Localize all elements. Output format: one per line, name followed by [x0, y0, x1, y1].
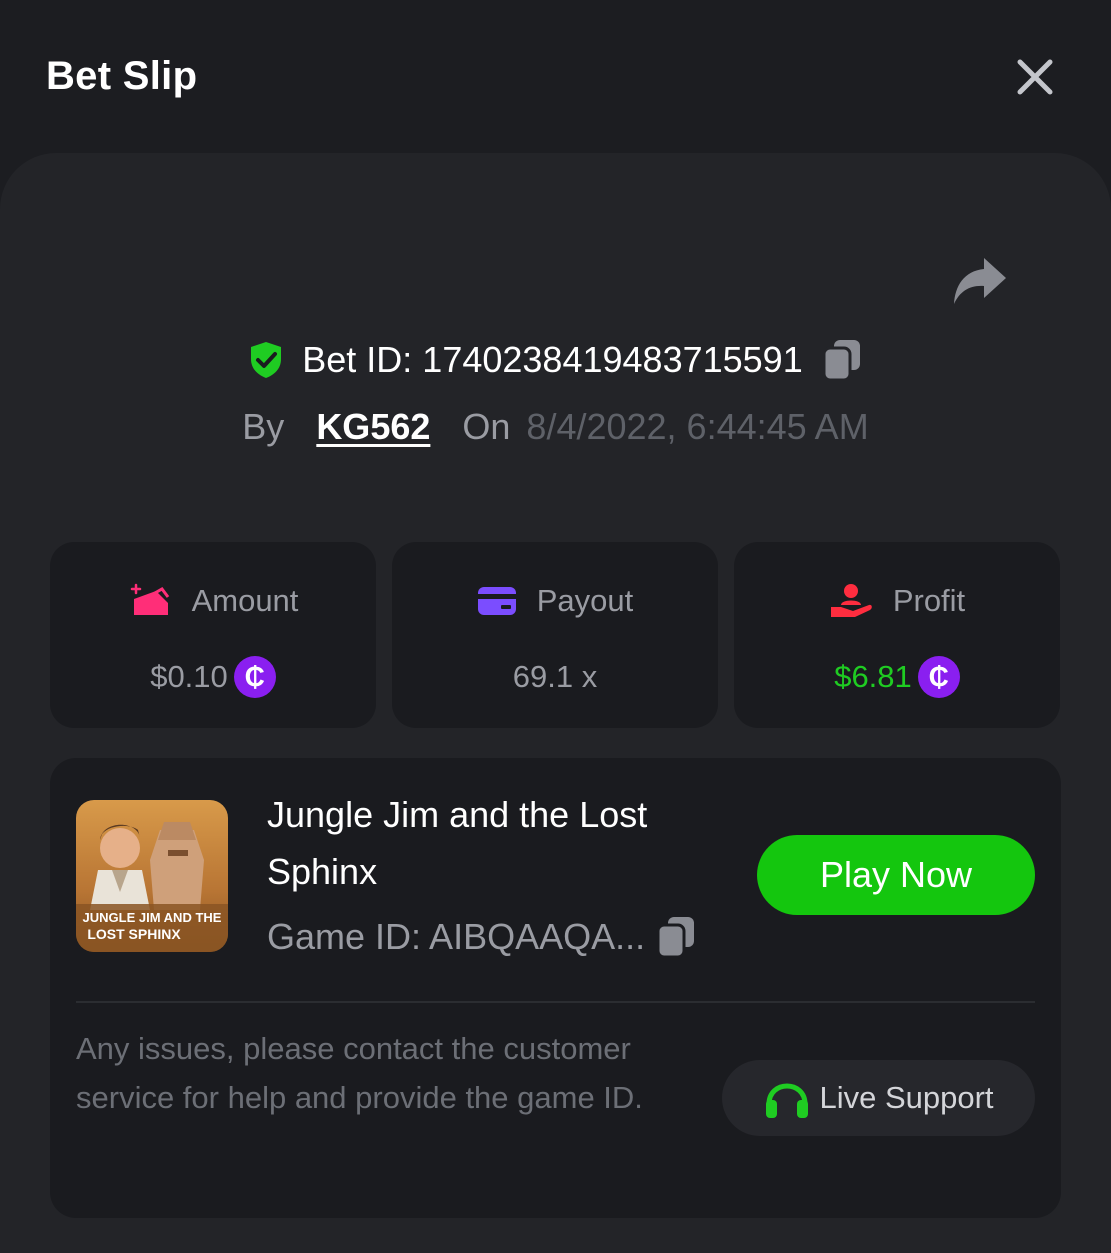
amount-header: Amount	[50, 578, 376, 624]
bet-meta-row: By KG562 On 8/4/2022, 6:44:45 AM	[0, 400, 1111, 454]
copy-bet-id-button[interactable]	[821, 338, 863, 382]
profit-header: Profit	[734, 578, 1060, 624]
bet-id-row: Bet ID: 1740238419483715591	[0, 330, 1111, 390]
profit-value-row: $6.81 ₵	[734, 652, 1060, 702]
profit-value: $6.81	[834, 659, 912, 694]
payout-card: Payout 69.1 x	[392, 542, 718, 728]
payout-header: Payout	[392, 578, 718, 624]
copy-icon	[656, 917, 695, 959]
bet-id: Bet ID: 1740238419483715591	[302, 339, 803, 380]
amount-label: Amount	[191, 583, 299, 618]
verified-shield-icon	[251, 342, 282, 378]
share-button[interactable]	[948, 254, 1010, 310]
by-label: By	[242, 406, 285, 447]
thumb-title-line2: LOST SPHINX	[87, 926, 181, 942]
game-card: JUNGLE JIM AND THE LOST SPHINX Jungle Ji…	[50, 758, 1061, 1218]
amount-card: Amount $0.10 ₵	[50, 542, 376, 728]
coin-icon: ₵	[233, 656, 276, 698]
payout-value-row: 69.1 x	[392, 652, 718, 702]
bet-date: 8/4/2022, 6:44:45 AM	[526, 406, 869, 447]
amount-value-row: $0.10 ₵	[50, 652, 376, 702]
profit-label: Profit	[892, 583, 966, 618]
play-now-button[interactable]: Play Now	[757, 835, 1035, 915]
game-thumbnail[interactable]: JUNGLE JIM AND THE LOST SPHINX	[76, 800, 228, 952]
card-icon	[477, 587, 516, 615]
page-title: Bet Slip	[46, 54, 198, 98]
username-link[interactable]: KG562	[316, 406, 430, 448]
live-support-label: Live Support	[819, 1080, 994, 1115]
share-icon	[954, 258, 1006, 304]
amount-value: $0.10	[150, 659, 228, 694]
coin-icon: ₵	[917, 656, 960, 698]
game-id: Game ID: AIBQAAQA...	[267, 916, 646, 957]
game-art: JUNGLE JIM AND THE LOST SPHINX	[76, 800, 228, 952]
game-title[interactable]: Jungle Jim and the Lost Sphinx	[267, 786, 727, 900]
profit-card: Profit $6.81 ₵	[734, 542, 1060, 728]
payout-label: Payout	[536, 583, 634, 618]
live-support-button[interactable]: Live Support	[722, 1060, 1035, 1136]
ticket-icon	[130, 583, 169, 615]
on-label: On	[462, 406, 511, 447]
game-id-row: Game ID: AIBQAAQA...	[267, 912, 697, 962]
hand-user-icon	[830, 584, 872, 617]
close-icon	[1017, 59, 1053, 95]
close-button[interactable]	[1012, 54, 1058, 100]
copy-icon	[822, 340, 860, 382]
payout-value: 69.1 x	[512, 659, 598, 694]
support-help-text: Any issues, please contact the customer …	[76, 1031, 643, 1115]
headset-icon	[766, 1083, 809, 1118]
thumb-title-line1: JUNGLE JIM AND THE	[83, 910, 222, 925]
divider	[76, 1001, 1035, 1003]
copy-game-id-button[interactable]	[655, 915, 697, 959]
header-bar: Bet Slip	[0, 0, 1111, 155]
